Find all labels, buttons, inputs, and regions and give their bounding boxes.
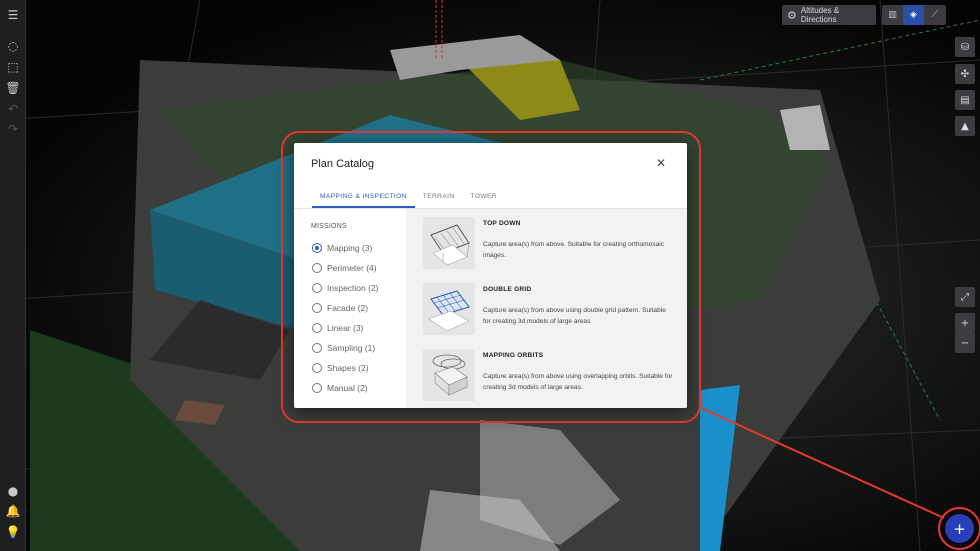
fit-view-icon[interactable]: ⤢ xyxy=(955,287,975,307)
mapping-orbits-plan-icon xyxy=(423,349,475,401)
layers-icon[interactable]: ▤ xyxy=(955,90,975,110)
delete-icon[interactable]: 🗑 xyxy=(5,80,21,96)
user-icon[interactable]: ● xyxy=(5,483,21,499)
mission-label: Mapping (3) xyxy=(327,243,373,253)
double-grid-plan-icon xyxy=(423,283,475,335)
plan-card-double-grid[interactable]: DOUBLE GRID Capture area(s) from above u… xyxy=(423,283,683,339)
tab-terrain[interactable]: TERRAIN xyxy=(415,193,463,208)
terrain-icon[interactable]: ▲ xyxy=(955,116,975,136)
zoom-in-button[interactable]: + xyxy=(955,313,975,333)
mission-option-shapes[interactable]: Shapes (2) xyxy=(312,361,369,375)
mission-option-mapping[interactable]: Mapping (3) xyxy=(312,241,372,255)
radio-icon[interactable] xyxy=(312,343,322,353)
add-plan-button[interactable]: + xyxy=(945,514,974,543)
plan-description: Capture area(s) from above using overlap… xyxy=(483,373,673,391)
plan-card-top-down[interactable]: TOP DOWN Capture area(s) from above. Sui… xyxy=(423,217,683,273)
mission-option-inspection[interactable]: Inspection (2) xyxy=(312,281,379,295)
plan-description: Capture area(s) from above using double … xyxy=(483,307,666,325)
tab-mapping-inspection[interactable]: MAPPING & INSPECTION xyxy=(312,193,415,208)
plan-name: DOUBLE GRID xyxy=(483,286,532,293)
mission-option-manual[interactable]: Manual (2) xyxy=(312,381,368,395)
cube-3d-icon[interactable]: ◈ xyxy=(903,5,924,25)
plan-description: Capture area(s) from above. Suitable for… xyxy=(483,241,665,259)
plan-name: TOP DOWN xyxy=(483,220,521,227)
catalog-tabs: MAPPING & INSPECTION TERRAIN TOWER xyxy=(312,193,505,208)
altitudes-directions-label: Altitudes & Directions xyxy=(800,6,840,24)
radio-icon[interactable] xyxy=(312,383,322,393)
view-mode-toggle: ▥ ◈ ⟋ xyxy=(882,5,946,25)
mission-label: Inspection (2) xyxy=(327,283,379,293)
mission-option-linear[interactable]: Linear (3) xyxy=(312,321,363,335)
lasso-icon[interactable]: ◌ xyxy=(5,38,21,54)
plan-list: TOP DOWN Capture area(s) from above. Sui… xyxy=(406,209,687,408)
mission-option-perimeter[interactable]: Perimeter (4) xyxy=(312,261,377,275)
left-toolbar: ☰ ◌ ⬚ 🗑 ↶ ↷ ● 🔔 💡 xyxy=(0,0,26,551)
terrain-profile-icon[interactable]: ⟋ xyxy=(924,5,945,25)
map-2d-icon[interactable]: ▥ xyxy=(882,5,903,25)
radio-selected-icon[interactable] xyxy=(312,243,322,253)
radio-icon[interactable] xyxy=(312,263,322,273)
zoom-out-button[interactable]: − xyxy=(955,333,975,353)
mission-label: Shapes (2) xyxy=(327,363,369,373)
undo-icon[interactable]: ↶ xyxy=(5,101,21,117)
mission-label: Sampling (1) xyxy=(327,343,376,353)
drone-icon[interactable]: ✣ xyxy=(955,64,975,84)
mission-label: Perimeter (4) xyxy=(327,263,377,273)
mission-label: Manual (2) xyxy=(327,383,368,393)
tab-tower[interactable]: TOWER xyxy=(463,193,505,208)
missions-panel: MISSIONS Mapping (3) Perimeter (4) Inspe… xyxy=(294,209,406,408)
missions-heading: MISSIONS xyxy=(311,223,347,230)
plan-name: MAPPING ORBITS xyxy=(483,352,544,359)
dialog-title: Plan Catalog xyxy=(311,158,374,170)
radio-icon[interactable] xyxy=(312,323,322,333)
top-down-plan-icon xyxy=(423,217,475,269)
select-area-icon[interactable]: ⬚ xyxy=(5,59,21,75)
close-icon[interactable]: ✕ xyxy=(656,156,666,170)
plan-catalog-dialog: Plan Catalog ✕ MAPPING & INSPECTION TERR… xyxy=(294,143,687,408)
altitudes-directions-button[interactable]: ⚙ Altitudes & Directions xyxy=(782,5,876,25)
lightbulb-icon[interactable]: 💡 xyxy=(5,524,21,540)
radio-icon[interactable] xyxy=(312,303,322,313)
notification-bell-icon[interactable]: 🔔 xyxy=(5,503,21,519)
gear-icon: ⚙ xyxy=(787,8,797,22)
redo-icon[interactable]: ↷ xyxy=(5,121,21,137)
mission-option-facade[interactable]: Facade (2) xyxy=(312,301,368,315)
radio-icon[interactable] xyxy=(312,363,322,373)
mission-label: Linear (3) xyxy=(327,323,364,333)
menu-icon[interactable]: ☰ xyxy=(5,7,21,23)
mission-option-sampling[interactable]: Sampling (1) xyxy=(312,341,375,355)
mission-label: Facade (2) xyxy=(327,303,369,313)
radio-icon[interactable] xyxy=(312,283,322,293)
save-plan-icon[interactable]: ⛁ xyxy=(955,37,975,57)
plan-card-mapping-orbits[interactable]: MAPPING ORBITS Capture area(s) from abov… xyxy=(423,349,683,405)
